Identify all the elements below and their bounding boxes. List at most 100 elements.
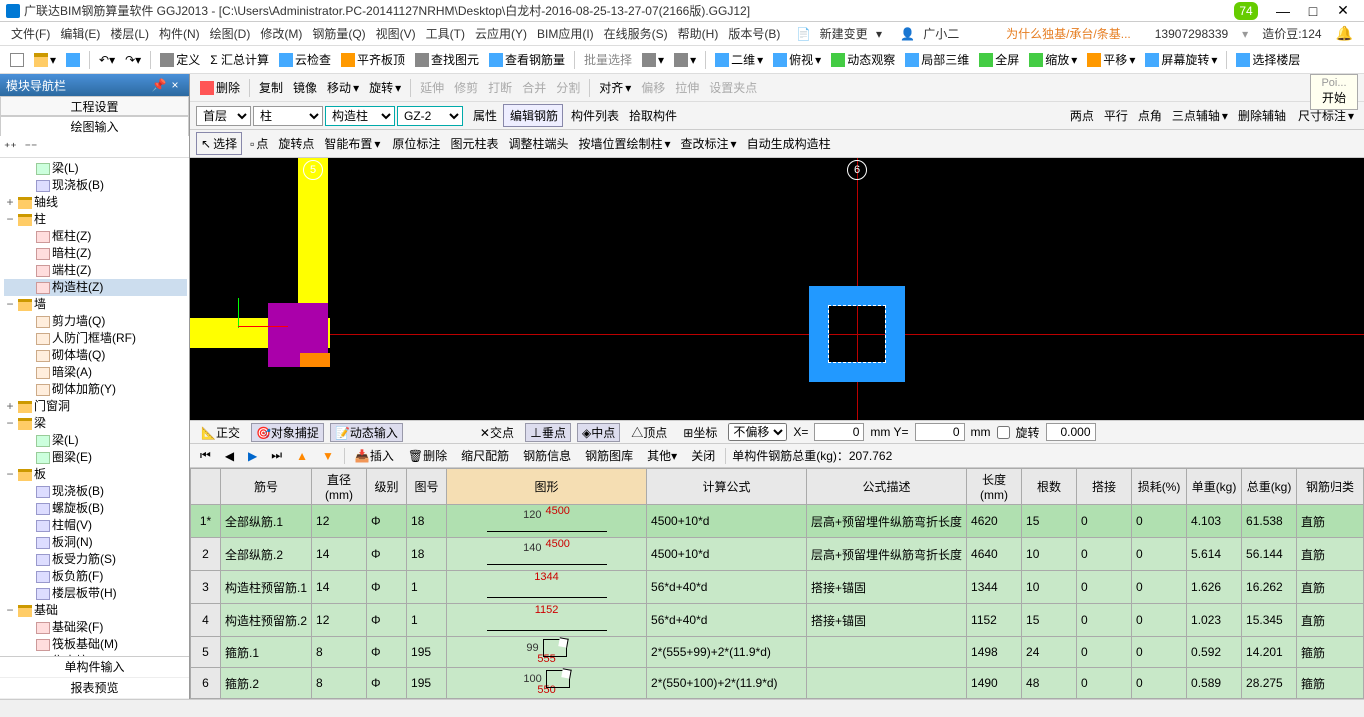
restore-button[interactable]: ▾ <box>670 51 700 69</box>
merge-button[interactable]: 合并 <box>518 77 550 98</box>
menu-rebar[interactable]: 钢筋量(Q) <box>307 25 370 42</box>
table-row[interactable]: 5箍筋.18Φ195995552*(555+99)+2*(11.9*d)1498… <box>191 637 1364 668</box>
three-point-aux-button[interactable]: 三点辅轴▾ <box>1168 105 1232 126</box>
rebar-info-button[interactable]: 钢筋信息 <box>519 447 575 464</box>
menu-floor[interactable]: 楼层(L) <box>105 25 154 42</box>
smart-layout-button[interactable]: 智能布置▾ <box>320 133 384 154</box>
report-preview-button[interactable]: 报表预览 <box>0 678 189 699</box>
tree-item[interactable]: 基础梁(F) <box>4 619 187 636</box>
scale-rebar-button[interactable]: 缩尺配筋 <box>457 447 513 464</box>
menu-view[interactable]: 视图(V) <box>371 25 421 42</box>
table-row[interactable]: 6箍筋.28Φ1951005502*(550+100)+2*(11.9*d)14… <box>191 668 1364 699</box>
move-button[interactable]: 移动▾ <box>323 77 363 98</box>
tree-item[interactable]: 楼层板带(H) <box>4 585 187 602</box>
point-button[interactable]: ▫ 点 <box>246 133 272 154</box>
point-angle-button[interactable]: 点角 <box>1134 105 1166 126</box>
tree-item[interactable]: 梁(L) <box>4 432 187 449</box>
tree-item[interactable]: 板负筋(F) <box>4 568 187 585</box>
zoom-button[interactable]: 缩放▾ <box>1025 49 1081 70</box>
property-button[interactable]: 属性 <box>467 105 501 126</box>
rebar-lib-button[interactable]: 钢筋图库 <box>581 447 637 464</box>
screen-rotate-button[interactable]: 屏幕旋转▾ <box>1141 49 1221 70</box>
menu-version[interactable]: 版本号(B) <box>723 25 785 42</box>
minimize-button[interactable]: — <box>1268 3 1298 19</box>
table-row[interactable]: 4构造柱预留筋.212Φ1115256*d+40*d搭接+锚固115215001… <box>191 604 1364 637</box>
table-row[interactable]: 2全部纵筋.214Φ1814045004500+10*d层高+预留埋件纵筋弯折长… <box>191 538 1364 571</box>
draw-by-wall-button[interactable]: 按墙位置绘制柱▾ <box>574 133 674 154</box>
component-tree[interactable]: 梁(L) 现浇板(B)+轴线−柱 框柱(Z) 暗柱(Z) 端柱(Z) 构造柱(Z… <box>0 158 189 656</box>
adjust-end-button[interactable]: 调整柱端头 <box>504 133 572 154</box>
insert-button[interactable]: 📥插入 <box>351 447 398 464</box>
undo-button[interactable]: ↶▾ <box>95 51 119 69</box>
tree-item[interactable]: 暗柱(Z) <box>4 245 187 262</box>
pan-button[interactable]: 平移▾ <box>1083 49 1139 70</box>
cross-button[interactable]: ✕交点 <box>475 423 519 442</box>
nav-up-icon[interactable]: ▲ <box>292 449 312 463</box>
component-list-button[interactable]: 构件列表 <box>565 105 623 126</box>
rebar-table[interactable]: 筋号直径(mm)级别图号图形计算公式公式描述长度(mm)根数搭接损耗(%)单重(… <box>190 468 1364 699</box>
tree-item[interactable]: +门窗洞 <box>4 398 187 415</box>
delete-aux-button[interactable]: 删除辅轴 <box>1234 105 1290 126</box>
component-combo[interactable]: 构造柱 <box>325 106 395 126</box>
tree-item[interactable]: 板洞(N) <box>4 534 187 551</box>
grip-button[interactable]: 设置夹点 <box>705 77 761 98</box>
nav-down-icon[interactable]: ▼ <box>318 449 338 463</box>
local-3d-button[interactable]: 局部三维 <box>901 49 973 70</box>
tree-item[interactable]: 砌体墙(Q) <box>4 347 187 364</box>
pin-icon[interactable]: 📌 <box>151 78 167 92</box>
collapse-icon[interactable]: ⁻⁻ <box>25 140 38 154</box>
new-change-button[interactable]: 📄 新建变更 ▾ <box>791 25 887 42</box>
tree-item[interactable]: 筏板基础(M) <box>4 636 187 653</box>
sum-button[interactable]: Σ 汇总计算 <box>206 49 273 70</box>
tree-item[interactable]: −基础 <box>4 602 187 619</box>
name-combo[interactable]: GZ-2 <box>397 106 463 126</box>
tree-item[interactable]: 现浇板(B) <box>4 177 187 194</box>
open-file-button[interactable]: ▾ <box>30 51 60 69</box>
menu-modify[interactable]: 修改(M) <box>255 25 307 42</box>
user-button[interactable]: 👤 广小二 <box>895 25 969 42</box>
rotate-input[interactable] <box>1046 423 1096 441</box>
help-link[interactable]: 为什么独基/承台/条基... <box>1001 25 1136 42</box>
view-rebar-button[interactable]: 查看钢筋量 <box>485 49 569 70</box>
align-button[interactable]: 对齐▾ <box>595 77 635 98</box>
tree-item[interactable]: −柱 <box>4 211 187 228</box>
tab-drawing-input[interactable]: 绘图输入 <box>0 116 189 136</box>
select-tool-button[interactable]: ↖ 选择 <box>196 132 242 155</box>
perp-button[interactable]: ⊥垂点 <box>525 423 571 442</box>
maximize-button[interactable]: □ <box>1298 3 1328 19</box>
table-close-button[interactable]: 关闭 <box>687 447 719 464</box>
menu-edit[interactable]: 编辑(E) <box>55 25 105 42</box>
tree-item[interactable]: 柱帽(V) <box>4 517 187 534</box>
tree-item[interactable]: −梁 <box>4 415 187 432</box>
find-element-button[interactable]: 查找图元 <box>411 49 483 70</box>
tree-item[interactable]: 圈梁(E) <box>4 449 187 466</box>
hide-button[interactable]: ▾ <box>638 51 668 69</box>
table-delete-button[interactable]: 🗑删除 <box>404 447 451 464</box>
menu-tools[interactable]: 工具(T) <box>421 25 470 42</box>
menu-file[interactable]: 文件(F) <box>6 25 55 42</box>
table-row[interactable]: 3构造柱预留筋.114Φ1134456*d+40*d搭接+锚固134410001… <box>191 571 1364 604</box>
top-view-button[interactable]: 俯视▾ <box>769 49 825 70</box>
menu-bim[interactable]: BIM应用(I) <box>532 25 599 42</box>
menu-draw[interactable]: 绘图(D) <box>205 25 256 42</box>
tree-item[interactable]: 暗梁(A) <box>4 364 187 381</box>
other-button[interactable]: 其他▾ <box>643 447 681 464</box>
save-button[interactable] <box>62 51 84 69</box>
offset-combo[interactable]: 不偏移 <box>728 423 787 441</box>
drawing-canvas[interactable]: 5 6 A1 <box>190 158 1364 420</box>
two-point-button[interactable]: 两点 <box>1064 105 1098 126</box>
batch-select-button[interactable]: 批量选择 <box>580 49 636 70</box>
nav-first-icon[interactable]: ⏮ <box>196 448 215 463</box>
expand-icon[interactable]: ⁺⁺ <box>4 140 17 154</box>
break-button[interactable]: 打断 <box>484 77 516 98</box>
tree-item[interactable]: 现浇板(B) <box>4 483 187 500</box>
fullscreen-button[interactable]: 全屏 <box>975 49 1023 70</box>
new-file-button[interactable] <box>6 51 28 69</box>
rotate-button[interactable]: 旋转▾ <box>365 77 405 98</box>
split-button[interactable]: 分割 <box>552 77 584 98</box>
stretch-button[interactable]: 拉伸 <box>671 77 703 98</box>
tab-project-settings[interactable]: 工程设置 <box>0 96 189 116</box>
flush-top-button[interactable]: 平齐板顶 <box>337 49 409 70</box>
dyninput-button[interactable]: 📝动态输入 <box>330 423 403 442</box>
x-input[interactable] <box>814 423 864 441</box>
